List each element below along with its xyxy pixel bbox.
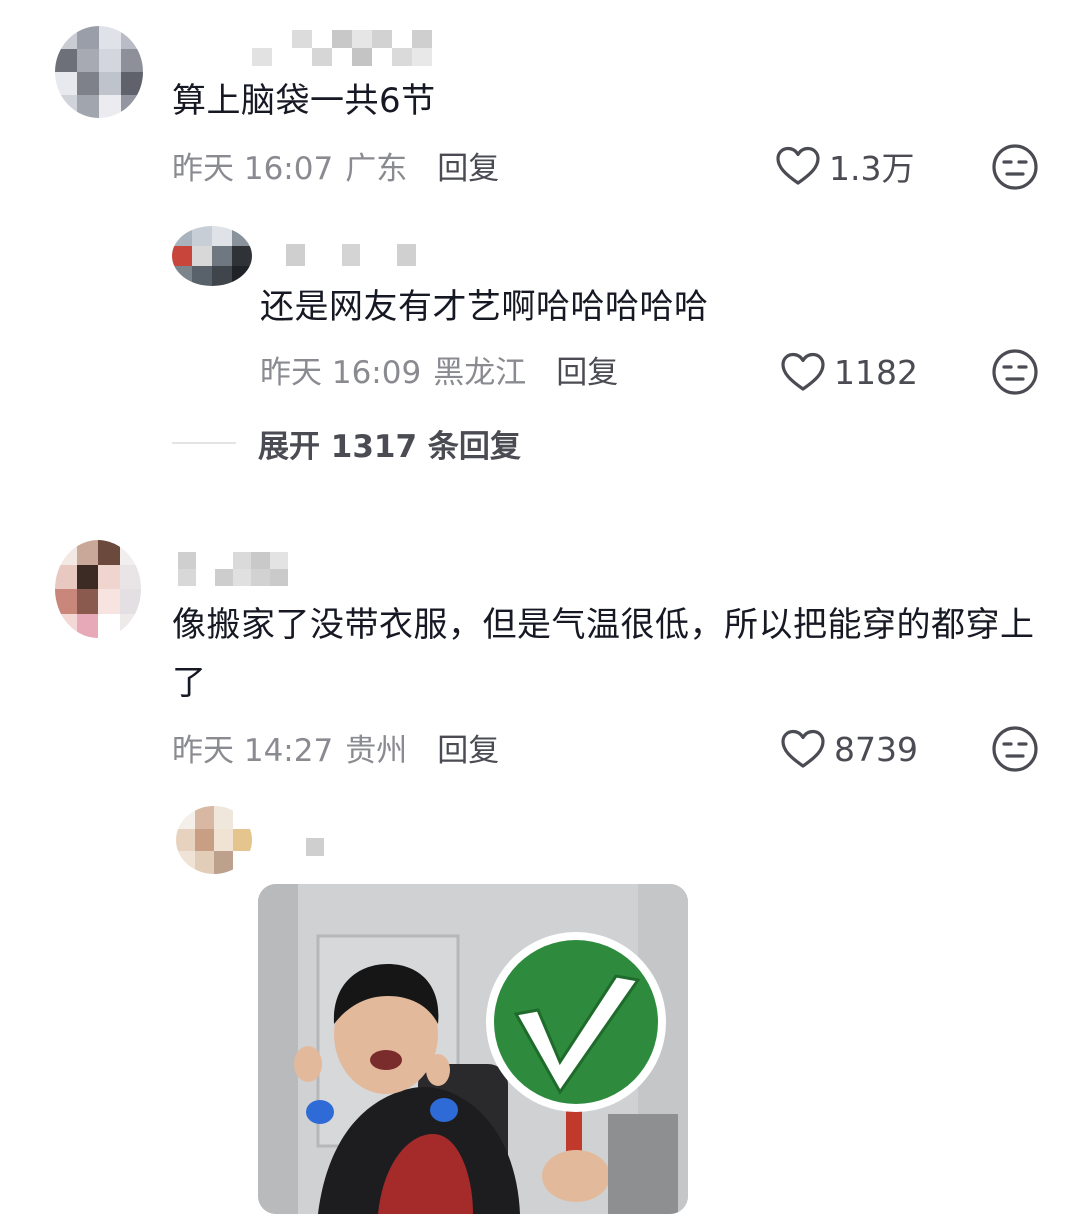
- reply-avatar[interactable]: [172, 226, 252, 286]
- reply-avatar[interactable]: [176, 806, 252, 874]
- avatar[interactable]: [55, 26, 143, 118]
- timestamp: 昨天 16:07: [172, 150, 334, 187]
- comment-text: 像搬家了没带衣服，但是气温很低，所以把能穿的都穿上了: [172, 605, 1035, 703]
- like-count: 8739: [834, 729, 918, 769]
- location: 广东: [345, 150, 408, 187]
- reply-username[interactable]: [286, 244, 416, 266]
- expand-replies[interactable]: 展开 1317 条回复: [172, 420, 521, 466]
- reply-button[interactable]: 回复: [437, 725, 499, 770]
- like-count: 1.3万: [829, 149, 915, 188]
- username[interactable]: [252, 30, 432, 66]
- reply-button[interactable]: 回复: [556, 347, 618, 392]
- heart-icon: [781, 352, 825, 391]
- dislike-face-icon[interactable]: [991, 143, 1039, 191]
- timestamp: 昨天 14:27: [172, 732, 334, 769]
- reply-button[interactable]: 回复: [437, 143, 499, 188]
- reply-meta: 昨天 16:09 黑龙江 回复: [260, 346, 618, 392]
- divider: [172, 442, 236, 444]
- timestamp: 昨天 16:09: [260, 354, 422, 391]
- heart-icon: [776, 146, 820, 185]
- like-count: 1182: [834, 352, 918, 392]
- reply-image[interactable]: [258, 884, 688, 1214]
- location: 贵州: [345, 732, 408, 769]
- username[interactable]: [178, 552, 288, 586]
- reply-username[interactable]: [306, 838, 324, 856]
- reaction-photo: [258, 884, 688, 1214]
- like-button[interactable]: 8739: [780, 725, 918, 773]
- comment-text: 算上脑袋一共6节: [172, 81, 436, 121]
- comment-meta: 昨天 14:27 贵州 回复: [172, 724, 499, 770]
- like-button[interactable]: 1.3万: [775, 142, 914, 190]
- dislike-face-icon[interactable]: [991, 348, 1039, 396]
- dislike-face-icon[interactable]: [991, 725, 1039, 773]
- avatar[interactable]: [55, 540, 141, 638]
- reply-text: 还是网友有才艺啊哈哈哈哈哈: [260, 287, 709, 327]
- location: 黑龙江: [433, 354, 527, 391]
- expand-replies-label: 展开 1317 条回复: [258, 428, 521, 465]
- comment-meta: 昨天 16:07 广东 回复: [172, 142, 499, 188]
- heart-icon: [781, 729, 825, 768]
- like-button[interactable]: 1182: [780, 348, 918, 396]
